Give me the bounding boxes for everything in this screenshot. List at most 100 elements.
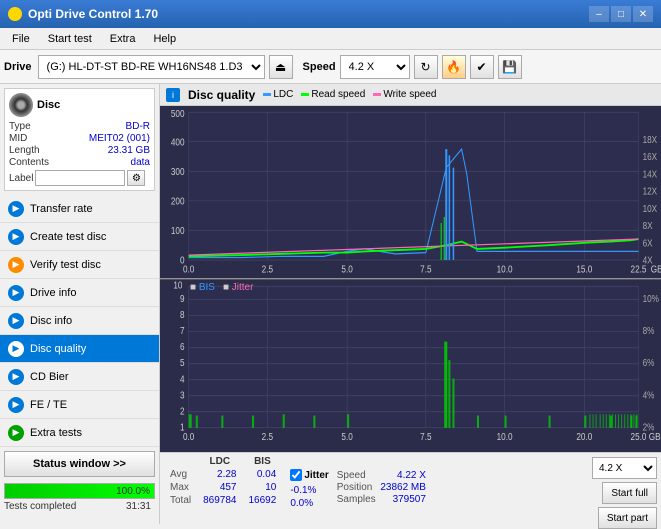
status-completed: Tests completed 31:31 — [4, 501, 155, 512]
row-total-label: Total — [164, 494, 197, 507]
start-full-button[interactable]: Start full — [602, 482, 657, 504]
cd-bier-label: CD Bier — [30, 371, 69, 383]
ldc-legend-dot — [263, 93, 271, 96]
col-ldc: LDC — [197, 455, 242, 468]
label-input[interactable] — [35, 170, 125, 186]
bottom-chart: ■ BIS ■ Jitter — [160, 280, 661, 453]
svg-text:6%: 6% — [643, 357, 655, 368]
svg-text:5.0: 5.0 — [341, 431, 352, 442]
refresh-button[interactable]: ↻ — [414, 55, 438, 79]
svg-text:300: 300 — [171, 166, 185, 177]
jitter-avg: -0.1% — [290, 485, 328, 496]
transfer-rate-icon: ▶ — [8, 201, 24, 217]
svg-text:200: 200 — [171, 196, 185, 207]
chart-legend: LDC Read speed Write speed — [263, 89, 436, 100]
svg-text:14X: 14X — [643, 169, 658, 180]
svg-text:15.0: 15.0 — [576, 264, 592, 275]
svg-text:7.5: 7.5 — [420, 264, 431, 275]
start-part-button[interactable]: Start part — [598, 507, 657, 529]
jitter-checkbox[interactable] — [290, 469, 302, 481]
disc-info-icon: ▶ — [8, 313, 24, 329]
status-window-button[interactable]: Status window >> — [4, 451, 155, 477]
drive-label: Drive — [4, 61, 32, 73]
disc-info-box: Disc Type BD-R MID MEIT02 (001) Length 2… — [4, 88, 155, 191]
menu-help[interactable]: Help — [145, 31, 184, 47]
top-chart-svg: 0 100 200 300 400 500 0.0 2.5 5.0 7.5 10… — [160, 106, 661, 279]
sidebar-item-disc-quality[interactable]: ▶ Disc quality — [0, 335, 159, 363]
speed-label: Speed — [303, 61, 336, 73]
svg-text:3: 3 — [180, 389, 185, 400]
stats-table: LDC BIS Avg 2.28 0.04 Max 457 10 Total — [164, 455, 282, 507]
sidebar-item-verify-test-disc[interactable]: ▶ Verify test disc — [0, 251, 159, 279]
svg-text:7: 7 — [180, 325, 185, 336]
svg-text:2: 2 — [180, 405, 185, 416]
col-bis: BIS — [243, 455, 283, 468]
samples-val: 379507 — [393, 494, 426, 505]
sidebar-item-disc-info[interactable]: ▶ Disc info — [0, 307, 159, 335]
disc-quality-icon: ▶ — [8, 341, 24, 357]
sidebar-item-transfer-rate[interactable]: ▶ Transfer rate — [0, 195, 159, 223]
app-title: Opti Drive Control 1.70 — [28, 7, 158, 21]
fe-te-icon: ▶ — [8, 397, 24, 413]
maximize-button[interactable]: □ — [611, 6, 631, 22]
mid-key: MID — [9, 133, 27, 144]
elapsed-time: 31:31 — [126, 501, 151, 512]
menu-file[interactable]: File — [4, 31, 38, 47]
samples-label: Samples — [337, 494, 376, 505]
create-test-disc-label: Create test disc — [30, 231, 106, 243]
close-button[interactable]: ✕ — [633, 6, 653, 22]
disc-icon — [9, 93, 33, 117]
bis-legend-label: ■ BIS — [190, 282, 215, 293]
toolbar: Drive (G:) HL-DT-ST BD-RE WH16NS48 1.D3 … — [0, 50, 661, 84]
svg-text:4X: 4X — [643, 255, 653, 266]
save-button[interactable]: 💾 — [498, 55, 522, 79]
svg-text:2.5: 2.5 — [262, 264, 273, 275]
length-key: Length — [9, 145, 40, 156]
transfer-rate-label: Transfer rate — [30, 203, 93, 215]
speed-select[interactable]: 4.2 X — [340, 55, 410, 79]
verify-test-disc-icon: ▶ — [8, 257, 24, 273]
eject-button[interactable]: ⏏ — [269, 55, 293, 79]
jitter-label: Jitter — [304, 470, 328, 481]
jitter-section: Jitter -0.1% 0.0% — [290, 455, 328, 511]
svg-text:9: 9 — [180, 293, 185, 304]
row-total-ldc: 869784 — [197, 494, 242, 507]
svg-text:8: 8 — [180, 309, 185, 320]
svg-text:10.0: 10.0 — [497, 264, 513, 275]
right-panel: i Disc quality LDC Read speed Write spee… — [160, 84, 661, 524]
sidebar-item-create-test-disc[interactable]: ▶ Create test disc — [0, 223, 159, 251]
menu-extra[interactable]: Extra — [102, 31, 144, 47]
speed-combo-select[interactable]: 4.2 X — [592, 457, 657, 479]
contents-key: Contents — [9, 157, 49, 168]
nav-list: ▶ Transfer rate ▶ Create test disc ▶ Ver… — [0, 195, 159, 447]
sidebar-item-fe-te[interactable]: ▶ FE / TE — [0, 391, 159, 419]
label-set-button[interactable]: ⚙ — [127, 170, 145, 186]
title-bar: Opti Drive Control 1.70 – □ ✕ — [0, 0, 661, 28]
contents-val: data — [131, 157, 150, 168]
svg-text:GB: GB — [649, 431, 661, 442]
sidebar-item-cd-bier[interactable]: ▶ CD Bier — [0, 363, 159, 391]
verify-button[interactable]: ✔ — [470, 55, 494, 79]
type-val: BD-R — [126, 121, 150, 132]
svg-text:10.0: 10.0 — [497, 431, 513, 442]
svg-text:25.0: 25.0 — [631, 431, 647, 442]
mid-val: MEIT02 (001) — [89, 133, 150, 144]
action-section: 4.2 X Start full Start part — [592, 455, 657, 529]
progress-percent: 100.0% — [116, 484, 150, 500]
position-label: Position — [337, 482, 373, 493]
row-avg-bis: 0.04 — [243, 468, 283, 481]
verify-test-disc-label: Verify test disc — [30, 259, 101, 271]
row-max-label: Max — [164, 481, 197, 494]
burn-button[interactable]: 🔥 — [442, 55, 466, 79]
main-content: Disc Type BD-R MID MEIT02 (001) Length 2… — [0, 84, 661, 524]
svg-text:4%: 4% — [643, 389, 655, 400]
bottom-chart-svg: 1 2 3 4 5 6 7 8 9 10 0.0 2.5 5.0 7.5 10.… — [160, 280, 661, 453]
sidebar-item-drive-info[interactable]: ▶ Drive info — [0, 279, 159, 307]
chart-header-icon: i — [166, 88, 180, 102]
disc-info-label: Disc info — [30, 315, 72, 327]
drive-info-icon: ▶ — [8, 285, 24, 301]
drive-select[interactable]: (G:) HL-DT-ST BD-RE WH16NS48 1.D3 — [38, 55, 265, 79]
sidebar-item-extra-tests[interactable]: ▶ Extra tests — [0, 419, 159, 447]
minimize-button[interactable]: – — [589, 6, 609, 22]
menu-start-test[interactable]: Start test — [40, 31, 100, 47]
